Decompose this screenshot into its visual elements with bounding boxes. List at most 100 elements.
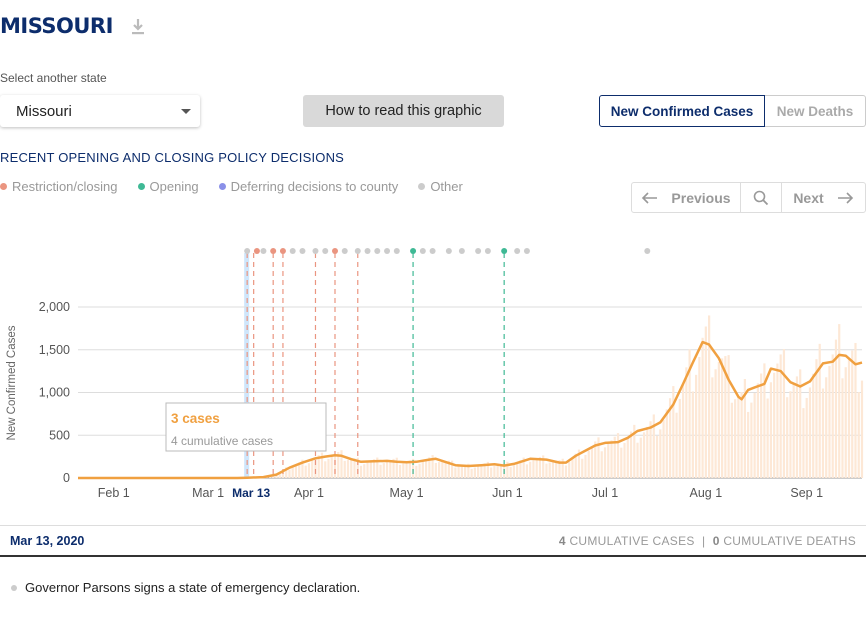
daily-bar — [402, 463, 405, 478]
next-button[interactable]: Next — [782, 183, 865, 212]
daily-bar — [457, 466, 460, 478]
daily-bar — [831, 354, 834, 478]
daily-bar — [473, 467, 476, 478]
note-dot — [11, 584, 17, 591]
policy-legend: Restriction/closing Opening Deferring de… — [0, 179, 483, 194]
daily-bar — [493, 466, 496, 478]
daily-bar — [701, 337, 704, 478]
y-tick-label: 1,500 — [39, 343, 70, 357]
arrow-right-icon — [837, 191, 853, 204]
policy-dot-other — [374, 248, 381, 254]
daily-bar — [776, 363, 779, 478]
tooltip-cumulative: 4 cumulative cases — [171, 434, 273, 448]
daily-bar — [753, 393, 756, 478]
x-tick-label: Mar 1 — [192, 486, 224, 500]
daily-bar — [721, 358, 724, 478]
daily-bar — [841, 378, 844, 478]
daily-bar — [610, 440, 613, 478]
cumulative-cases-value: 4 — [558, 534, 566, 548]
daily-bar — [584, 454, 587, 478]
daily-bar — [600, 451, 603, 478]
daily-bar — [535, 458, 538, 478]
daily-bar — [694, 374, 698, 478]
daily-bar — [424, 459, 428, 478]
previous-button[interactable]: Previous — [632, 183, 741, 212]
search-button[interactable] — [741, 183, 782, 212]
highlight-date-label: Mar 13 — [232, 486, 270, 500]
legend-label-restriction: Restriction/closing — [12, 179, 118, 194]
tab-new-deaths[interactable]: New Deaths — [765, 95, 866, 127]
daily-bar — [327, 458, 330, 478]
daily-bar — [304, 465, 307, 478]
daily-bar — [662, 419, 665, 478]
daily-bar — [825, 377, 828, 478]
daily-bar — [581, 458, 584, 478]
daily-bar — [727, 355, 730, 478]
daily-bar — [730, 402, 733, 478]
daily-bar — [620, 447, 623, 478]
legend-label-opening: Opening — [149, 179, 199, 194]
daily-bar — [750, 402, 753, 478]
how-to-read-button[interactable]: How to read this graphic — [303, 95, 504, 127]
policy-section-title: RECENT OPENING AND CLOSING POLICY DECISI… — [0, 150, 345, 165]
daily-bar — [672, 386, 675, 478]
daily-bar — [369, 460, 372, 478]
daily-bar — [681, 383, 685, 478]
daily-bar — [294, 465, 298, 478]
footer-bar: Mar 13, 2020 4 CUMULATIVE CASES | 0 CUMU… — [0, 525, 866, 557]
daily-bar — [805, 397, 808, 478]
policy-dot-other — [393, 248, 400, 254]
daily-bar — [291, 467, 294, 478]
footer-separator: | — [702, 534, 706, 548]
policy-dot-other — [341, 248, 348, 254]
download-icon[interactable] — [129, 15, 147, 37]
daily-bar — [441, 461, 444, 478]
x-tick-label: Jul 1 — [592, 486, 618, 500]
daily-bar — [691, 391, 694, 478]
daily-bar — [847, 358, 851, 478]
daily-bar — [571, 458, 574, 478]
daily-bar — [711, 377, 714, 478]
tooltip-value: 3 cases — [171, 411, 220, 426]
x-tick-label: Sep 1 — [790, 486, 823, 500]
daily-bar — [760, 373, 763, 478]
daily-bar — [607, 443, 610, 478]
daily-bar — [818, 343, 821, 478]
daily-bar — [385, 461, 389, 478]
tab-new-confirmed-cases[interactable]: New Confirmed Cases — [599, 95, 765, 127]
daily-bar — [529, 461, 532, 478]
daily-bar — [685, 367, 688, 478]
daily-bar — [802, 408, 805, 478]
policy-dot-other — [523, 248, 530, 254]
daily-bar — [782, 349, 786, 478]
daily-bar — [708, 315, 711, 478]
daily-bar — [350, 459, 353, 478]
daily-bar — [548, 462, 551, 478]
policy-dot-opening — [410, 248, 417, 254]
daily-bar — [704, 326, 707, 478]
policy-dot-restriction — [270, 248, 277, 254]
daily-bar — [398, 464, 402, 478]
policy-dot-other — [364, 248, 371, 254]
daily-bar — [678, 398, 681, 478]
daily-bars — [249, 315, 864, 478]
daily-bar — [675, 412, 678, 478]
x-tick-label: May 1 — [390, 486, 424, 500]
state-select[interactable]: Missouri — [0, 95, 200, 127]
daily-bar — [587, 450, 590, 478]
daily-bar — [418, 463, 421, 478]
policy-dot-other — [484, 248, 491, 254]
policy-dot-other — [514, 248, 521, 254]
daily-bar — [477, 466, 480, 478]
daily-bar — [623, 442, 626, 478]
policy-note-text: Governor Parsons signs a state of emerge… — [25, 580, 361, 595]
daily-bar — [655, 435, 659, 478]
footer-date: Mar 13, 2020 — [10, 533, 85, 548]
x-tick-label: Feb 1 — [98, 486, 130, 500]
daily-bar — [555, 460, 558, 478]
daily-bar — [460, 465, 463, 478]
daily-bar — [480, 464, 483, 478]
legend-item-other: Other — [418, 179, 463, 194]
daily-bar — [340, 450, 343, 478]
daily-bar — [821, 388, 825, 478]
